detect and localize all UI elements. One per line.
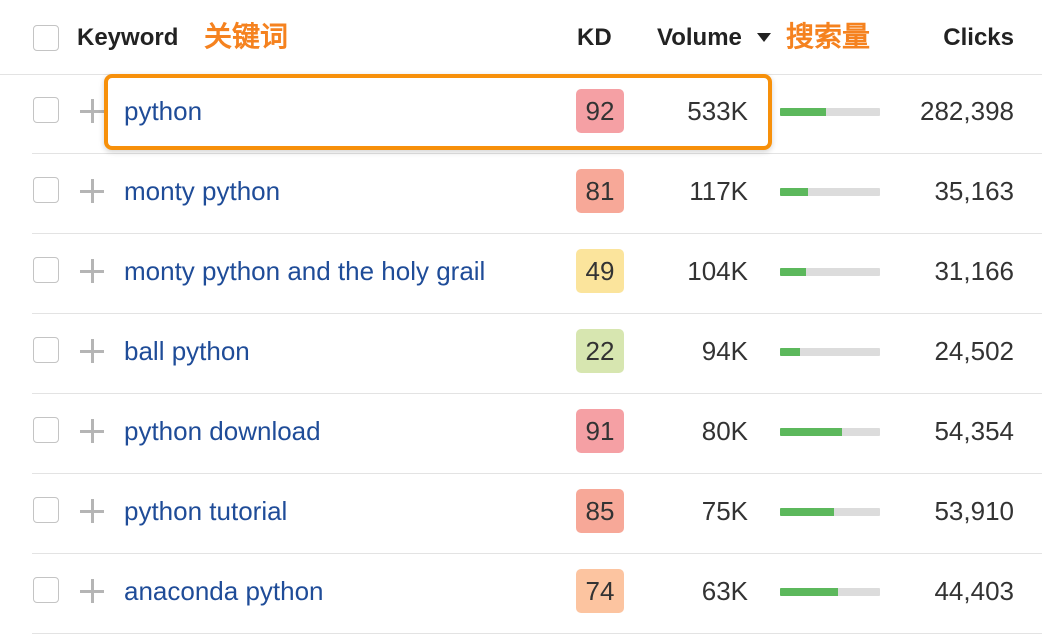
kd-badge: 91 bbox=[576, 409, 624, 453]
table-row: monty python and the holy grail 49 104K 31,… bbox=[0, 234, 1042, 314]
volume-bar-fill bbox=[780, 428, 842, 436]
volume-value: 94K bbox=[701, 336, 748, 366]
clicks-value: 282,398 bbox=[920, 96, 1014, 126]
plus-icon[interactable] bbox=[80, 499, 104, 523]
volume-bar-fill bbox=[780, 188, 808, 196]
volume-bar-fill bbox=[780, 348, 800, 356]
keyword-link[interactable]: python bbox=[124, 95, 202, 127]
clicks-value: 54,354 bbox=[934, 416, 1014, 446]
keyword-link[interactable]: monty python and the holy grail bbox=[124, 255, 485, 287]
plus-icon[interactable] bbox=[80, 339, 104, 363]
volume-annotation: 搜索量 bbox=[786, 20, 871, 53]
clicks-value: 31,166 bbox=[934, 256, 1014, 286]
sort-desc-icon[interactable] bbox=[757, 33, 771, 42]
clicks-value: 44,403 bbox=[934, 576, 1014, 606]
table-row: ball python 22 94K 24,502 bbox=[0, 314, 1042, 394]
volume-value: 63K bbox=[701, 576, 748, 606]
kd-badge: 22 bbox=[576, 329, 624, 373]
clicks-value: 35,163 bbox=[934, 176, 1014, 206]
keyword-column-header[interactable]: Keyword bbox=[77, 23, 178, 53]
clicks-value: 53,910 bbox=[934, 496, 1014, 526]
table-header: Keyword 关键词 KD Volume 搜索量 Clicks bbox=[0, 0, 1042, 75]
plus-icon[interactable] bbox=[80, 99, 104, 123]
volume-bar bbox=[780, 588, 880, 596]
volume-bar-fill bbox=[780, 588, 838, 596]
plus-icon[interactable] bbox=[80, 259, 104, 283]
volume-bar-fill bbox=[780, 268, 806, 276]
volume-bar bbox=[780, 348, 880, 356]
keyword-link[interactable]: anaconda python bbox=[124, 575, 324, 607]
row-checkbox[interactable] bbox=[33, 177, 59, 203]
keyword-table: Keyword 关键词 KD Volume 搜索量 Clicks python 9… bbox=[0, 0, 1042, 634]
volume-column-header[interactable]: Volume bbox=[657, 23, 742, 53]
volume-value: 104K bbox=[687, 256, 748, 286]
kd-badge: 74 bbox=[576, 569, 624, 613]
volume-value: 80K bbox=[701, 416, 748, 446]
kd-column-header[interactable]: KD bbox=[577, 23, 612, 53]
volume-value: 533K bbox=[687, 96, 748, 126]
keyword-annotation: 关键词 bbox=[204, 20, 289, 53]
keyword-link[interactable]: ball python bbox=[124, 335, 250, 367]
clicks-column-header[interactable]: Clicks bbox=[943, 23, 1014, 53]
row-checkbox[interactable] bbox=[33, 417, 59, 443]
kd-badge: 85 bbox=[576, 489, 624, 533]
volume-bar-fill bbox=[780, 108, 826, 116]
kd-badge: 81 bbox=[576, 169, 624, 213]
volume-bar bbox=[780, 428, 880, 436]
row-checkbox[interactable] bbox=[33, 337, 59, 363]
plus-icon[interactable] bbox=[80, 579, 104, 603]
volume-value: 117K bbox=[689, 176, 748, 206]
row-checkbox[interactable] bbox=[33, 577, 59, 603]
volume-value: 75K bbox=[701, 496, 748, 526]
plus-icon[interactable] bbox=[80, 419, 104, 443]
kd-badge: 92 bbox=[576, 89, 624, 133]
table-row: anaconda python 74 63K 44,403 bbox=[0, 554, 1042, 634]
keyword-link[interactable]: python tutorial bbox=[124, 495, 287, 527]
row-checkbox[interactable] bbox=[33, 257, 59, 283]
table-row: python tutorial 85 75K 53,910 bbox=[0, 474, 1042, 554]
table-row: monty python 81 117K 35,163 bbox=[0, 154, 1042, 234]
volume-bar bbox=[780, 108, 880, 116]
table-row: python 92 533K 282,398 bbox=[0, 74, 1042, 154]
keyword-link[interactable]: python download bbox=[124, 415, 321, 447]
kd-badge: 49 bbox=[576, 249, 624, 293]
volume-bar bbox=[780, 508, 880, 516]
volume-bar bbox=[780, 188, 880, 196]
volume-bar-fill bbox=[780, 508, 834, 516]
table-row: python download 91 80K 54,354 bbox=[0, 394, 1042, 474]
clicks-value: 24,502 bbox=[934, 336, 1014, 366]
plus-icon[interactable] bbox=[80, 179, 104, 203]
select-all-checkbox[interactable] bbox=[33, 25, 59, 51]
keyword-link[interactable]: monty python bbox=[124, 175, 280, 207]
row-checkbox[interactable] bbox=[33, 97, 59, 123]
row-checkbox[interactable] bbox=[33, 497, 59, 523]
volume-bar bbox=[780, 268, 880, 276]
